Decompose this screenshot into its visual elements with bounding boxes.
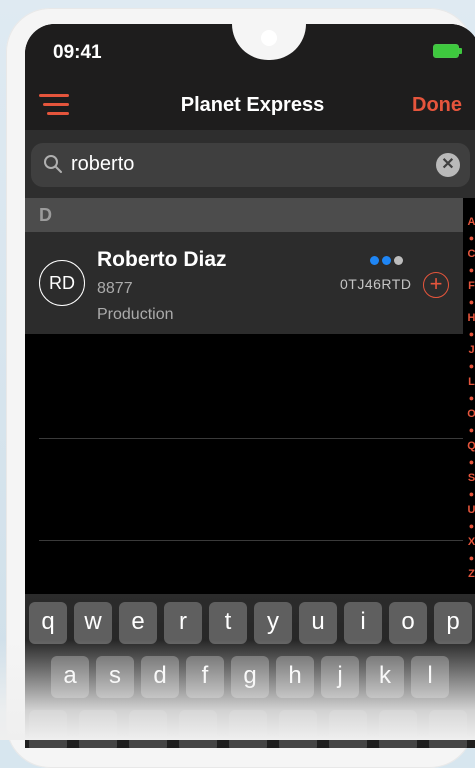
index-letter-s[interactable]: S <box>463 470 475 486</box>
search-bar: roberto ✕ <box>25 130 475 198</box>
status-dot <box>382 256 391 265</box>
status-dots-icon <box>370 252 406 270</box>
index-dot: ● <box>468 265 475 275</box>
camera-icon <box>261 30 277 46</box>
index-dot: ● <box>468 233 475 243</box>
done-button[interactable]: Done <box>412 94 462 117</box>
battery-tip <box>459 48 462 54</box>
section-header: D <box>25 198 463 232</box>
index-dot: ● <box>468 425 475 435</box>
contact-department: Production <box>97 306 174 323</box>
index-letter-l[interactable]: L <box>463 374 475 390</box>
search-icon <box>44 155 62 173</box>
index-letter-a[interactable]: A <box>463 214 475 230</box>
index-letter-h[interactable]: H <box>463 310 475 326</box>
search-input[interactable]: roberto ✕ <box>31 143 470 187</box>
index-dot: ● <box>468 393 475 403</box>
add-contact-icon[interactable]: + <box>423 272 449 298</box>
index-letter-f[interactable]: F <box>463 278 475 294</box>
contact-extension: 8877 <box>97 280 133 297</box>
search-text: roberto <box>71 153 135 175</box>
key-q[interactable]: q <box>29 602 67 644</box>
contact-row[interactable]: RD Roberto Diaz 8877 Production 0TJ46RTD… <box>25 232 463 334</box>
contact-code: 0TJ46RTD <box>340 276 412 292</box>
index-dot: ● <box>468 521 475 531</box>
battery-icon <box>433 44 459 58</box>
avatar: RD <box>39 260 85 306</box>
status-dot <box>370 256 379 265</box>
index-dot: ● <box>468 457 475 467</box>
key-o[interactable]: o <box>389 602 427 644</box>
key-p[interactable]: p <box>434 602 472 644</box>
status-time: 09:41 <box>53 42 102 63</box>
index-letter-x[interactable]: X <box>463 534 475 550</box>
index-dot: ● <box>468 553 475 563</box>
status-dot <box>394 256 403 265</box>
section-letter: D <box>39 205 52 225</box>
index-letter-o[interactable]: O <box>463 406 475 422</box>
index-letter-j[interactable]: J <box>463 342 475 358</box>
bottom-fade <box>0 640 475 740</box>
divider <box>39 540 463 541</box>
key-e[interactable]: e <box>119 602 157 644</box>
key-t[interactable]: t <box>209 602 247 644</box>
key-u[interactable]: u <box>299 602 337 644</box>
index-letter-c[interactable]: C <box>463 246 475 262</box>
divider <box>39 438 463 439</box>
contact-name: Roberto Diaz <box>97 248 227 271</box>
index-letter-q[interactable]: Q <box>463 438 475 454</box>
key-w[interactable]: w <box>74 602 112 644</box>
index-dot: ● <box>468 489 475 499</box>
index-dot: ● <box>468 297 475 307</box>
key-y[interactable]: y <box>254 602 292 644</box>
index-letter-u[interactable]: U <box>463 502 475 518</box>
clear-search-icon[interactable]: ✕ <box>436 153 460 177</box>
index-dot: ● <box>468 329 475 339</box>
key-r[interactable]: r <box>164 602 202 644</box>
alphabet-index[interactable]: A ● C ● F ● H ● J ● L ● O ● Q ● S ● U ● X ● Z <box>463 214 475 582</box>
index-dot: ● <box>468 361 475 371</box>
index-letter-z[interactable]: Z <box>463 566 475 582</box>
page-title: Planet Express <box>180 94 325 116</box>
nav-bar: Planet Express Done <box>25 80 475 130</box>
key-i[interactable]: i <box>344 602 382 644</box>
